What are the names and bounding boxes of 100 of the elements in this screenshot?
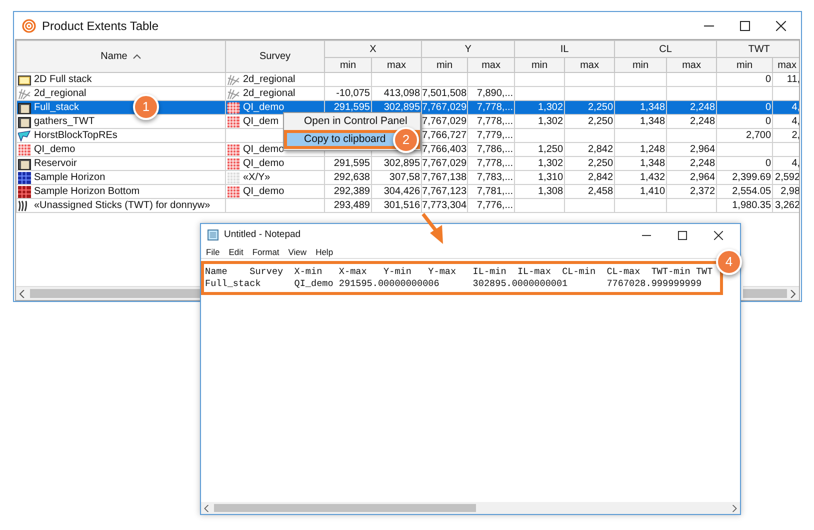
- table-cell: 7,766,403: [422, 144, 467, 155]
- notepad-icon: [207, 229, 219, 241]
- column-header[interactable]: max: [564, 58, 615, 72]
- window-title: Product Extents Table: [42, 18, 159, 34]
- column-header[interactable]: Name: [16, 40, 226, 72]
- column-header[interactable]: min: [716, 58, 773, 72]
- scroll-right-icon[interactable]: [731, 504, 738, 512]
- table-cell: 2D Full stack: [34, 73, 92, 86]
- table-cell: 11,: [786, 74, 799, 85]
- column-header[interactable]: min: [614, 58, 667, 72]
- table-cell: 7,779,...: [476, 130, 514, 141]
- table-cell: 7,767,138: [422, 172, 467, 183]
- table-row[interactable]: Reservoir QI_demo 291,595 302,895 7,767,029 7,778,... 1,302 2,250 1,348 2,248 0 4,: [16, 156, 799, 170]
- scrollbar-thumb[interactable]: [743, 289, 787, 298]
- table-cell: 292,638: [334, 172, 370, 183]
- table-cell: 2,554.05: [732, 186, 772, 197]
- column-header[interactable]: max: [372, 58, 422, 72]
- horizontal-scrollbar[interactable]: [16, 286, 200, 300]
- column-group-header[interactable]: CL: [614, 40, 717, 58]
- close-icon: [714, 230, 722, 240]
- table-cell: 2,700: [746, 130, 772, 141]
- column-group-header[interactable]: TWT: [716, 40, 799, 58]
- column-header[interactable]: max: [772, 58, 799, 72]
- table-cell: Reservoir: [34, 157, 77, 170]
- table-cell: 2,250: [588, 158, 614, 169]
- table-cell: 2,250: [588, 116, 614, 127]
- table-cell: 1,248: [640, 144, 666, 155]
- menu-item[interactable]: Open in Control Panel: [284, 114, 420, 130]
- pointer-arrow: [422, 212, 443, 244]
- table-cell: 0: [765, 102, 772, 113]
- menu-item[interactable]: Edit: [228, 246, 244, 258]
- scroll-right-icon[interactable]: [789, 290, 797, 298]
- column-header[interactable]: min: [514, 58, 565, 72]
- table-cell: 4,: [792, 102, 799, 113]
- menu-item[interactable]: Help: [316, 246, 334, 258]
- horizontal-scrollbar[interactable]: [201, 502, 740, 514]
- column-header[interactable]: Survey: [226, 40, 324, 72]
- menu-item[interactable]: File: [206, 246, 220, 258]
- table-cell: 7,890,...: [476, 88, 514, 99]
- column-header[interactable]: min: [422, 58, 468, 72]
- table-cell: 1,348: [640, 102, 666, 113]
- column-group-header[interactable]: Y: [422, 40, 515, 58]
- column-header[interactable]: min: [324, 58, 372, 72]
- table-cell: 7,773,304: [422, 200, 467, 211]
- table-row[interactable]: 2D Full stack 2d_regional 0 11,: [16, 72, 799, 86]
- table-cell: QI_dem: [243, 115, 279, 128]
- grid-icon: [227, 158, 240, 170]
- table-cell: Sample Horizon: [34, 171, 106, 184]
- table-cell: 1,348: [640, 116, 666, 127]
- maximize-icon: [740, 20, 750, 30]
- table-cell: 2,458: [588, 186, 614, 197]
- window-title: Untitled - Notepad: [224, 228, 301, 242]
- table-cell: «Unassigned Sticks (TWT) for donnyw»: [34, 199, 210, 212]
- table-cell: 1,410: [640, 186, 666, 197]
- table-cell: 4,: [792, 158, 799, 169]
- table-cell: gathers_TWT: [34, 115, 95, 128]
- scrollbar-thumb[interactable]: [30, 289, 200, 298]
- table-row[interactable]: 2d_regional 2d_regional -10,075 413,098 7,501,508 7,890,...: [16, 86, 799, 100]
- table-cell: 2,248: [690, 158, 716, 169]
- seismic-icon: [18, 74, 31, 86]
- table-cell: 2d_regional: [243, 73, 296, 86]
- scrollbar-thumb[interactable]: [214, 504, 476, 512]
- menu-item[interactable]: View: [288, 246, 307, 258]
- table-cell: 1,980.35: [732, 200, 772, 211]
- table-cell: 2,250: [588, 102, 614, 113]
- table-cell: 1,302: [538, 116, 564, 127]
- scroll-left-icon[interactable]: [18, 290, 26, 298]
- column-group-header[interactable]: X: [324, 40, 422, 58]
- table-cell: 307,58: [389, 172, 420, 183]
- horizon-grid-icon: [18, 172, 31, 184]
- column-header[interactable]: max: [468, 58, 515, 72]
- table-cell: 7,783,...: [476, 172, 514, 183]
- table-cell: 2,842: [588, 144, 614, 155]
- table-cell: QI_demo: [243, 185, 284, 198]
- grid-icon: [227, 172, 240, 184]
- table-cell: QI_demo: [243, 101, 284, 114]
- table-cell: 413,098: [384, 88, 420, 99]
- table-cell: QI_demo: [243, 143, 284, 156]
- column-header[interactable]: max: [666, 58, 717, 72]
- table-cell: 1,250: [538, 144, 564, 155]
- table-cell: 1,348: [640, 158, 666, 169]
- horizontal-scrollbar[interactable]: [743, 286, 799, 300]
- survey-lines-icon: [18, 88, 31, 100]
- horizon-grid-icon: [18, 186, 31, 198]
- table-cell: 2,248: [690, 116, 716, 127]
- table-cell: 2,964: [690, 144, 716, 155]
- table-cell: 4,: [792, 116, 799, 127]
- table-cell: 1,310: [538, 172, 564, 183]
- table-cell: 2,248: [690, 102, 716, 113]
- table-cell: 7,776,...: [476, 200, 514, 211]
- menu-item[interactable]: Format: [252, 246, 280, 258]
- table-cell: 302,895: [384, 158, 420, 169]
- table-cell: HorstBlockTopREs: [34, 129, 118, 142]
- scroll-left-icon[interactable]: [203, 504, 210, 512]
- table-cell: 7,766,727: [422, 130, 467, 141]
- table-cell: 2,842: [588, 172, 614, 183]
- table-cell: 2,: [792, 130, 799, 141]
- table-cell: 7,778,...: [476, 102, 514, 113]
- column-group-header[interactable]: IL: [514, 40, 615, 58]
- table-cell: 7,767,029: [422, 116, 467, 127]
